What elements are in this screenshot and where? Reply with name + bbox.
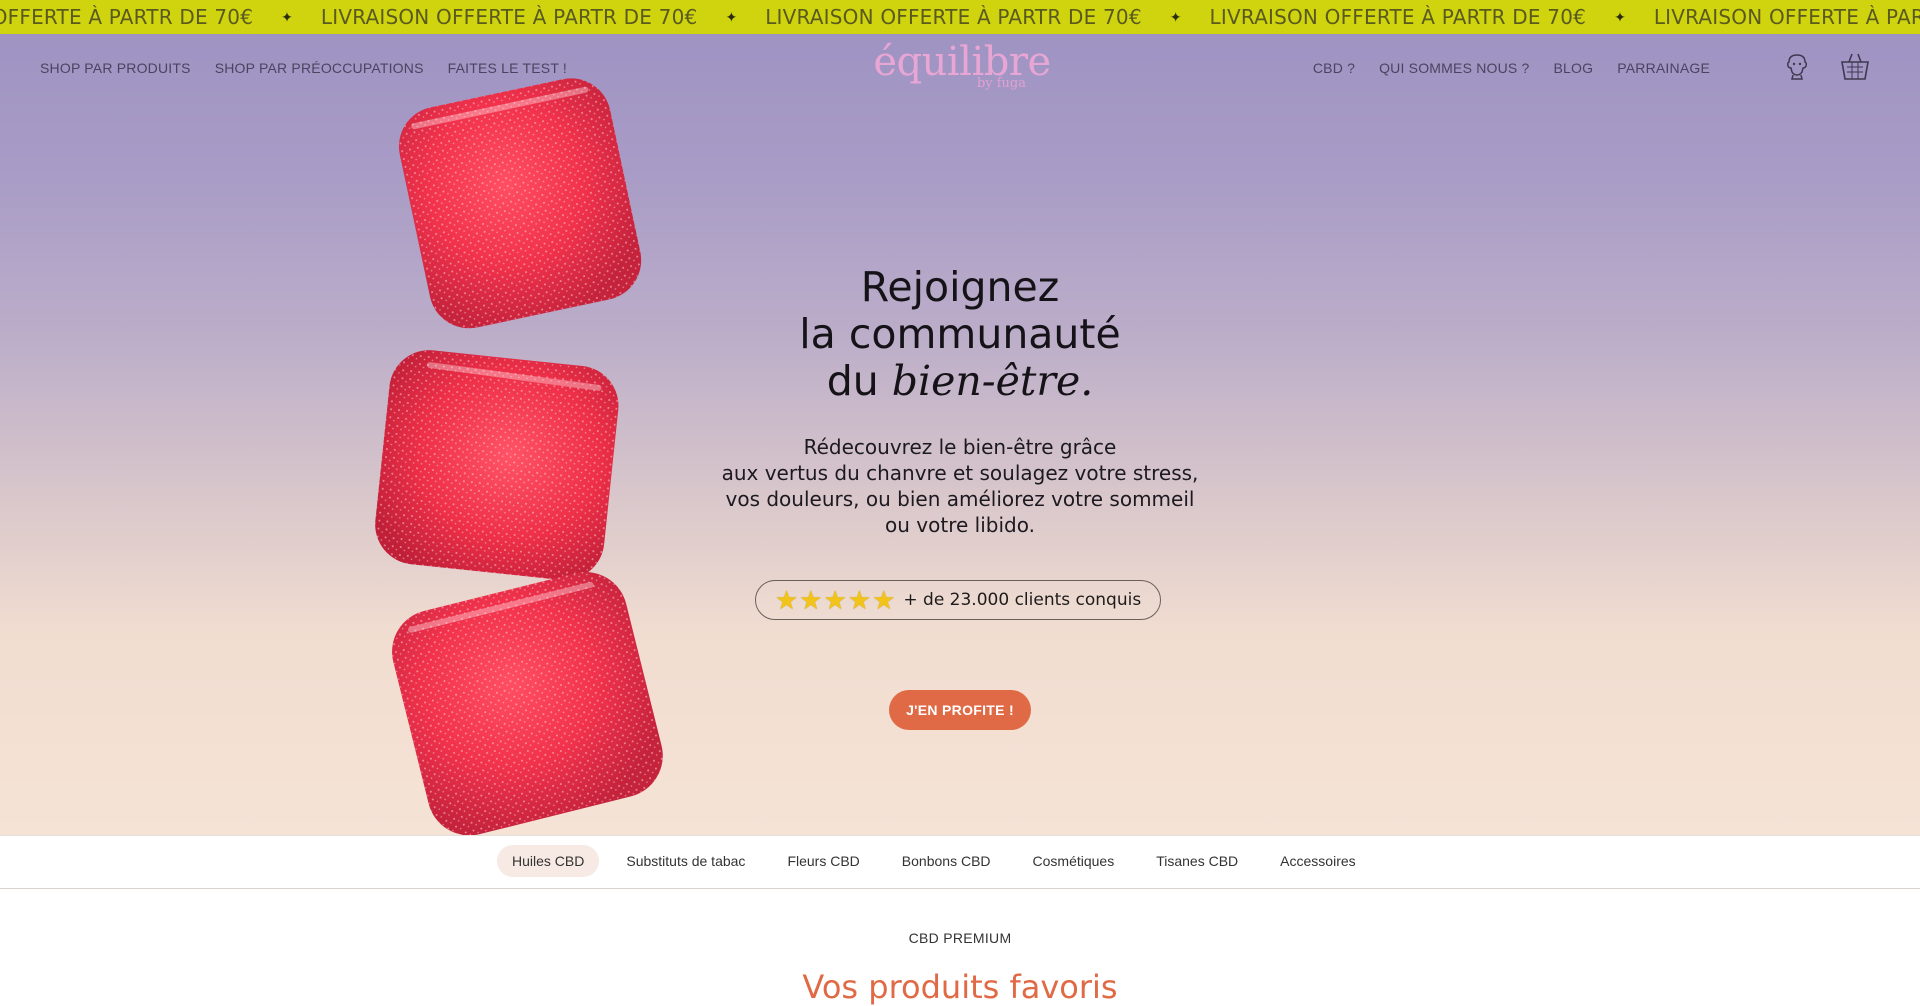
nav-blog[interactable]: BLOG xyxy=(1554,60,1594,76)
announcement-item: LIVRAISON OFFERTE À PARTR DE 70€ xyxy=(1209,5,1587,29)
rating-badge: ★ ★ ★ ★ ★ + de 23.000 clients conquis xyxy=(755,580,1161,620)
hero-title-line: la communauté xyxy=(799,310,1121,358)
hero-title-word: du xyxy=(826,357,879,405)
tab-fleurs-cbd[interactable]: Fleurs CBD xyxy=(772,845,874,877)
nav-shop-by-concerns[interactable]: SHOP PAR PRÉOCCUPATIONS xyxy=(215,60,424,76)
hero-title-emphasis: bien-être. xyxy=(891,357,1094,405)
cart-icon[interactable] xyxy=(1838,50,1872,84)
announcement-bar: N OFFERTE À PARTR DE 70€ ✦ LIVRAISON OFF… xyxy=(0,0,1920,34)
hero-subtitle: Rédecouvrez le bien-être grâce aux vertu… xyxy=(690,434,1230,538)
tab-cosmetiques[interactable]: Cosmétiques xyxy=(1018,845,1130,877)
tab-tisanes-cbd[interactable]: Tisanes CBD xyxy=(1141,845,1253,877)
star-separator-icon: ✦ xyxy=(281,8,293,25)
star-icon: ★ xyxy=(799,585,823,615)
nav-referral[interactable]: PARRAINAGE xyxy=(1617,60,1710,76)
rating-stars: ★ ★ ★ ★ ★ xyxy=(775,587,896,613)
tab-substituts-de-tabac[interactable]: Substituts de tabac xyxy=(611,845,760,877)
nav-take-the-test[interactable]: FAITES LE TEST ! xyxy=(448,60,567,76)
gummy-candies-image xyxy=(375,78,663,835)
nav-shop-by-products[interactable]: SHOP PAR PRODUITS xyxy=(40,60,191,76)
tab-accessoires[interactable]: Accessoires xyxy=(1265,845,1370,877)
tab-huiles-cbd[interactable]: Huiles CBD xyxy=(497,845,600,877)
hero-subtitle-line: aux vertus du chanvre et soulagez votre … xyxy=(721,461,1199,485)
rating-text: + de 23.000 clients conquis xyxy=(903,590,1142,610)
cta-button[interactable]: J'EN PROFITE ! xyxy=(889,690,1031,730)
primary-nav-right: CBD ? QUI SOMMES NOUS ? BLOG PARRAINAGE xyxy=(1313,60,1710,76)
star-icon: ★ xyxy=(847,585,872,615)
hero-section: SHOP PAR PRODUITS SHOP PAR PRÉOCCUPATION… xyxy=(0,34,1920,835)
primary-nav-left: SHOP PAR PRODUITS SHOP PAR PRÉOCCUPATION… xyxy=(40,60,567,76)
tab-bonbons-cbd[interactable]: Bonbons CBD xyxy=(887,845,1006,877)
announcement-item: N OFFERTE À PARTR DE 70€ xyxy=(0,5,254,29)
star-icon: ★ xyxy=(774,585,799,615)
logo-subtext: by fuga xyxy=(976,76,1026,91)
category-tabs: Huiles CBD Substituts de tabac Fleurs CB… xyxy=(497,845,1371,877)
star-separator-icon: ✦ xyxy=(725,8,738,25)
announcement-item: LIVRAISON OFFERTE À PARTR DE 70€ xyxy=(765,5,1142,29)
nav-about-us[interactable]: QUI SOMMES NOUS ? xyxy=(1379,60,1529,76)
category-tab-bar: Huiles CBD Substituts de tabac Fleurs CB… xyxy=(0,835,1920,889)
hero-subtitle-line: Rédecouvrez le bien-être grâce xyxy=(803,435,1117,459)
hero-subtitle-line: vos douleurs, ou bien améliorez votre so… xyxy=(725,487,1195,511)
hero-title: Rejoignez la communauté du bien-être. xyxy=(660,264,1260,405)
star-separator-icon: ✦ xyxy=(1614,8,1626,25)
section-kicker: CBD PREMIUM xyxy=(908,930,1012,946)
account-icon[interactable] xyxy=(1780,50,1814,84)
hero-title-line: Rejoignez xyxy=(860,263,1060,311)
star-icon: ★ xyxy=(823,585,847,615)
announcement-item: LIVRAISON OFFERTE À PARTR DE 70€ xyxy=(1653,5,1920,29)
announcement-track: N OFFERTE À PARTR DE 70€ ✦ LIVRAISON OFF… xyxy=(0,5,1920,29)
section-title: Vos produits favoris xyxy=(802,968,1118,1006)
hero-title-line: du bien-être. xyxy=(660,358,1260,405)
star-icon: ★ xyxy=(872,585,896,615)
star-separator-icon: ✦ xyxy=(1169,8,1182,25)
nav-cbd[interactable]: CBD ? xyxy=(1313,60,1355,76)
announcement-item: LIVRAISON OFFERTE À PARTR DE 70€ xyxy=(320,5,698,29)
brand-logo[interactable]: équilibre by fuga xyxy=(872,38,1052,98)
hero-subtitle-line: ou votre libido. xyxy=(885,513,1035,537)
